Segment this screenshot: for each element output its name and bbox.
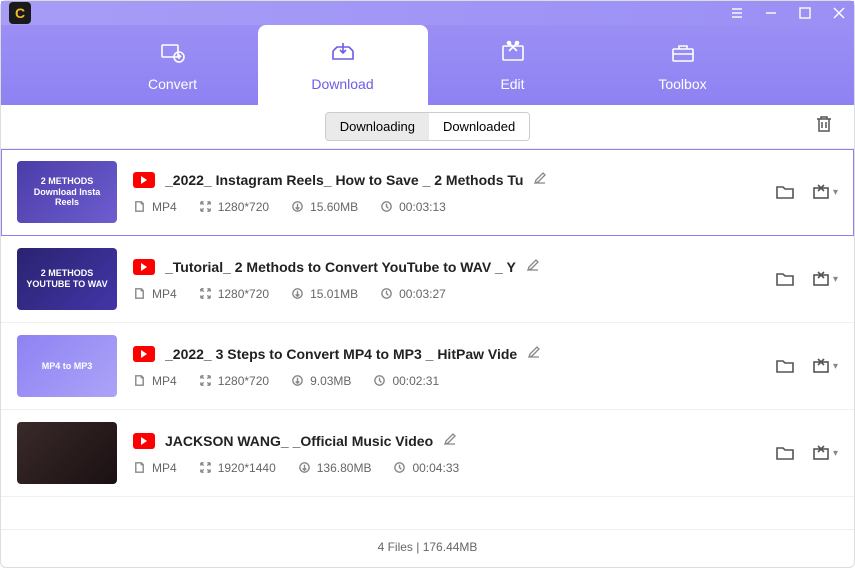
tab-label: Download — [311, 76, 373, 92]
size-stat: 136.80MB — [298, 461, 372, 475]
item-title: _2022_ 3 Steps to Convert MP4 to MP3 _ H… — [165, 346, 517, 362]
folder-icon[interactable] — [775, 443, 795, 463]
thumbnail: MP4 to MP3 — [17, 335, 117, 397]
toolbox-icon — [669, 39, 697, 70]
tab-toolbox[interactable]: Toolbox — [598, 25, 768, 105]
list-item[interactable]: 2 METHODS Download Insta Reels _2022_ In… — [1, 149, 854, 236]
youtube-icon — [133, 433, 155, 449]
duration-stat: 00:04:33 — [393, 461, 459, 475]
size-stat: 15.60MB — [291, 200, 358, 214]
rename-icon[interactable] — [527, 345, 541, 364]
segmented-control: Downloading Downloaded — [325, 112, 530, 141]
folder-icon[interactable] — [775, 182, 795, 202]
resolution-stat: 1280*720 — [199, 200, 269, 214]
duration-stat: 00:02:31 — [373, 374, 439, 388]
main-tabs: Convert Download Edit Toolbox — [1, 25, 854, 105]
tab-label: Convert — [148, 76, 197, 92]
edit-action-icon[interactable]: ▾ — [811, 443, 838, 463]
sub-toolbar: Downloading Downloaded — [1, 105, 854, 149]
tab-label: Edit — [500, 76, 524, 92]
window-controls — [730, 6, 846, 20]
youtube-icon — [133, 346, 155, 362]
segment-downloading[interactable]: Downloading — [326, 113, 429, 140]
edit-action-icon[interactable]: ▾ — [811, 356, 838, 376]
item-meta: _Tutorial_ 2 Methods to Convert YouTube … — [133, 258, 759, 301]
duration-stat: 00:03:13 — [380, 200, 446, 214]
tab-download[interactable]: Download — [258, 25, 428, 105]
tab-label: Toolbox — [658, 76, 706, 92]
format-stat: MP4 — [133, 374, 177, 388]
item-title: JACKSON WANG_ _Official Music Video — [165, 433, 433, 449]
list-item[interactable]: MP4 to MP3 _2022_ 3 Steps to Convert MP4… — [1, 323, 854, 410]
titlebar: C — [1, 1, 854, 25]
tab-edit[interactable]: Edit — [428, 25, 598, 105]
item-meta: JACKSON WANG_ _Official Music Video MP4 … — [133, 432, 759, 475]
thumbnail: 2 METHODS Download Insta Reels — [17, 161, 117, 223]
resolution-stat: 1280*720 — [199, 374, 269, 388]
format-stat: MP4 — [133, 461, 177, 475]
rename-icon[interactable] — [533, 171, 547, 190]
item-meta: _2022_ 3 Steps to Convert MP4 to MP3 _ H… — [133, 345, 759, 388]
tab-convert[interactable]: Convert — [88, 25, 258, 105]
rename-icon[interactable] — [526, 258, 540, 277]
edit-action-icon[interactable]: ▾ — [811, 182, 838, 202]
folder-icon[interactable] — [775, 269, 795, 289]
download-list: 2 METHODS Download Insta Reels _2022_ In… — [1, 149, 854, 529]
edit-icon — [499, 39, 527, 70]
youtube-icon — [133, 172, 155, 188]
item-title: _2022_ Instagram Reels_ How to Save _ 2 … — [165, 172, 523, 188]
item-title: _Tutorial_ 2 Methods to Convert YouTube … — [165, 259, 516, 275]
item-meta: _2022_ Instagram Reels_ How to Save _ 2 … — [133, 171, 759, 214]
close-icon[interactable] — [832, 6, 846, 20]
thumbnail — [17, 422, 117, 484]
resolution-stat: 1280*720 — [199, 287, 269, 301]
size-stat: 9.03MB — [291, 374, 351, 388]
segment-downloaded[interactable]: Downloaded — [429, 113, 529, 140]
folder-icon[interactable] — [775, 356, 795, 376]
edit-action-icon[interactable]: ▾ — [811, 269, 838, 289]
app-logo: C — [9, 2, 31, 24]
item-actions: ▾ — [775, 269, 838, 289]
maximize-icon[interactable] — [798, 6, 812, 20]
item-actions: ▾ — [775, 443, 838, 463]
list-item[interactable]: 2 METHODS YOUTUBE TO WAV _Tutorial_ 2 Me… — [1, 236, 854, 323]
youtube-icon — [133, 259, 155, 275]
menu-icon[interactable] — [730, 6, 744, 20]
duration-stat: 00:03:27 — [380, 287, 446, 301]
list-item[interactable]: JACKSON WANG_ _Official Music Video MP4 … — [1, 410, 854, 497]
resolution-stat: 1920*1440 — [199, 461, 276, 475]
item-actions: ▾ — [775, 182, 838, 202]
trash-icon[interactable] — [814, 114, 834, 139]
download-icon — [329, 39, 357, 70]
status-footer: 4 Files | 176.44MB — [1, 529, 854, 563]
format-stat: MP4 — [133, 200, 177, 214]
item-actions: ▾ — [775, 356, 838, 376]
format-stat: MP4 — [133, 287, 177, 301]
rename-icon[interactable] — [443, 432, 457, 451]
convert-icon — [159, 39, 187, 70]
minimize-icon[interactable] — [764, 6, 778, 20]
thumbnail: 2 METHODS YOUTUBE TO WAV — [17, 248, 117, 310]
size-stat: 15.01MB — [291, 287, 358, 301]
